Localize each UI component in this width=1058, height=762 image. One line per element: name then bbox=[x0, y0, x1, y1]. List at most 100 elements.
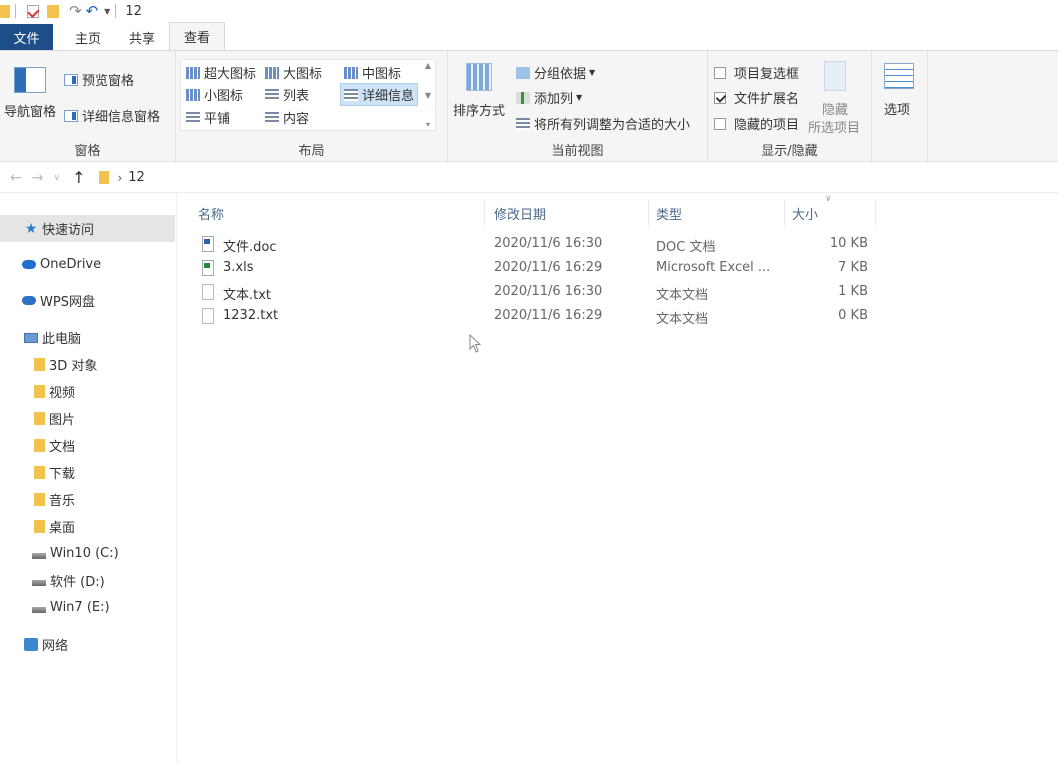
group-label-show-hide: 显示/隐藏 bbox=[761, 144, 818, 159]
sidebar-item-documents[interactable]: 文档 bbox=[0, 432, 175, 459]
sort-by-button[interactable]: 排序方式 bbox=[453, 100, 505, 119]
hidden-items-toggle[interactable]: 隐藏的项目 bbox=[714, 114, 799, 133]
sidebar-item-onedrive[interactable]: OneDrive bbox=[0, 251, 175, 278]
navigation-pane-icon[interactable] bbox=[14, 67, 46, 93]
group-by-button[interactable]: 分组依据 ▼ bbox=[516, 63, 595, 82]
documents-folder-icon bbox=[34, 439, 45, 452]
sidebar-item-wps[interactable]: WPS网盘 bbox=[0, 287, 175, 314]
column-header-size[interactable]: 大小 bbox=[792, 202, 818, 224]
sidebar-item-desktop[interactable]: 桌面 bbox=[0, 513, 175, 540]
sidebar-item-label: 软件 (D:) bbox=[50, 575, 105, 590]
sidebar-item-drive-c[interactable]: Win10 (C:) bbox=[0, 540, 175, 567]
file-extensions-label: 文件扩展名 bbox=[734, 92, 800, 107]
preview-pane-button[interactable]: 预览窗格 bbox=[64, 70, 134, 89]
options-button[interactable]: 选项 bbox=[884, 99, 910, 118]
sidebar-item-3d-objects[interactable]: 3D 对象 bbox=[0, 351, 175, 378]
group-by-icon bbox=[516, 66, 530, 79]
file-type: 文本文档 bbox=[656, 312, 709, 327]
file-row[interactable]: 文件.doc 2020/11/6 16:30 DOC 文档 10 KB bbox=[198, 233, 878, 257]
redo-icon[interactable]: ↷ bbox=[69, 2, 82, 20]
breadcrumb-chevron-icon[interactable]: › bbox=[117, 171, 122, 185]
tab-share[interactable]: 共享 bbox=[115, 24, 169, 50]
options-icon[interactable] bbox=[884, 63, 914, 89]
group-panes: 导航窗格 预览窗格 详细信息窗格 窗格 bbox=[0, 51, 176, 163]
layout-medium-label: 中图标 bbox=[362, 67, 402, 82]
extra-large-icons-icon bbox=[186, 66, 200, 79]
file-size: 7 KB bbox=[838, 260, 868, 275]
hidden-items-checkbox[interactable] bbox=[714, 117, 726, 130]
column-header-name[interactable]: 名称 bbox=[198, 202, 224, 224]
column-divider[interactable] bbox=[484, 200, 485, 226]
up-arrow-icon[interactable]: ↑ bbox=[72, 168, 85, 187]
file-row[interactable]: 3.xls 2020/11/6 16:29 Microsoft Excel ..… bbox=[198, 257, 878, 281]
recent-locations-icon[interactable]: ∨ bbox=[53, 173, 60, 183]
layout-large-icons[interactable]: 大图标 bbox=[265, 63, 322, 82]
sidebar-item-quick-access[interactable]: ★ 快速访问 bbox=[0, 215, 175, 242]
sidebar-item-music[interactable]: 音乐 bbox=[0, 486, 175, 513]
scroll-down-icon[interactable]: ▼ bbox=[425, 91, 431, 100]
file-extensions-checkbox[interactable] bbox=[714, 91, 726, 104]
drive-icon bbox=[32, 579, 46, 586]
file-row[interactable]: 1232.txt 2020/11/6 16:29 文本文档 0 KB bbox=[198, 305, 878, 329]
column-header-type[interactable]: 类型 bbox=[656, 202, 682, 224]
sidebar-item-pictures[interactable]: 图片 bbox=[0, 405, 175, 432]
layout-list[interactable]: 列表 bbox=[265, 85, 309, 104]
sort-by-icon[interactable] bbox=[466, 63, 492, 91]
column-divider[interactable] bbox=[784, 200, 785, 226]
column-header-date[interactable]: 修改日期 bbox=[494, 202, 546, 224]
file-date: 2020/11/6 16:30 bbox=[494, 284, 603, 299]
sidebar-item-drive-e[interactable]: Win7 (E:) bbox=[0, 594, 175, 621]
sidebar-item-downloads[interactable]: 下载 bbox=[0, 459, 175, 486]
item-checkboxes-checkbox[interactable] bbox=[714, 66, 726, 79]
layout-details[interactable]: 详细信息 bbox=[340, 83, 419, 106]
forward-arrow-icon[interactable]: → bbox=[32, 170, 44, 186]
folder-icon bbox=[99, 171, 110, 184]
drive-icon bbox=[32, 606, 46, 613]
layout-gallery-scroll[interactable]: ▲ ▼ ▾ bbox=[422, 61, 434, 129]
sidebar-item-label: 下载 bbox=[49, 467, 76, 482]
sidebar-item-label: Win7 (E:) bbox=[50, 600, 110, 615]
new-folder-icon[interactable] bbox=[47, 4, 59, 18]
mouse-cursor-icon bbox=[469, 334, 482, 353]
expand-gallery-icon[interactable]: ▾ bbox=[426, 120, 430, 129]
tab-home[interactable]: 主页 bbox=[61, 24, 115, 50]
undo-icon[interactable]: ↶ bbox=[86, 2, 99, 20]
scroll-up-icon[interactable]: ▲ bbox=[425, 61, 431, 70]
customize-quick-access-icon[interactable]: ▼ bbox=[104, 2, 110, 20]
back-arrow-icon[interactable]: ← bbox=[10, 170, 22, 186]
details-pane-button[interactable]: 详细信息窗格 bbox=[64, 106, 160, 125]
layout-medium-icons[interactable]: 中图标 bbox=[344, 63, 401, 82]
layout-small-icons[interactable]: 小图标 bbox=[186, 85, 243, 104]
computer-icon bbox=[24, 332, 38, 343]
sidebar-item-videos[interactable]: 视频 bbox=[0, 378, 175, 405]
tab-view[interactable]: 查看 bbox=[169, 22, 226, 50]
breadcrumb-current[interactable]: 12 bbox=[128, 170, 145, 185]
sidebar-item-network[interactable]: 网络 bbox=[0, 631, 175, 658]
file-date: 2020/11/6 16:30 bbox=[494, 236, 603, 251]
hide-selected-icon[interactable] bbox=[824, 61, 846, 91]
size-all-columns-button[interactable]: 将所有列调整为合适的大小 bbox=[516, 114, 690, 133]
wps-cloud-icon bbox=[22, 296, 36, 305]
properties-icon[interactable] bbox=[27, 4, 39, 18]
xls-file-icon bbox=[202, 260, 214, 276]
add-column-button[interactable]: 添加列 ▼ bbox=[516, 88, 582, 107]
sidebar-item-this-pc[interactable]: 此电脑 bbox=[0, 324, 175, 351]
column-divider[interactable] bbox=[648, 200, 649, 226]
hide-selected-line2[interactable]: 所选项目 bbox=[808, 117, 860, 136]
layout-content[interactable]: 内容 bbox=[265, 108, 309, 127]
column-divider[interactable] bbox=[875, 200, 876, 226]
navigation-pane-button[interactable]: 导航窗格 bbox=[4, 101, 56, 120]
file-row[interactable]: 文本.txt 2020/11/6 16:30 文本文档 1 KB bbox=[198, 281, 878, 305]
sidebar-item-label: 视频 bbox=[49, 386, 76, 401]
sidebar-item-drive-d[interactable]: 软件 (D:) bbox=[0, 567, 175, 594]
hide-selected-line1[interactable]: 隐藏 bbox=[822, 99, 848, 118]
layout-extra-large-label: 超大图标 bbox=[204, 67, 257, 82]
layout-extra-large-icons[interactable]: 超大图标 bbox=[186, 63, 256, 82]
layout-tiles[interactable]: 平铺 bbox=[186, 108, 230, 127]
item-checkboxes-toggle[interactable]: 项目复选框 bbox=[714, 63, 799, 82]
layout-large-label: 大图标 bbox=[283, 67, 323, 82]
sidebar-item-label: 文档 bbox=[49, 440, 76, 455]
file-extensions-toggle[interactable]: 文件扩展名 bbox=[714, 88, 799, 107]
tab-file[interactable]: 文件 bbox=[0, 24, 53, 50]
file-size: 1 KB bbox=[838, 284, 868, 299]
